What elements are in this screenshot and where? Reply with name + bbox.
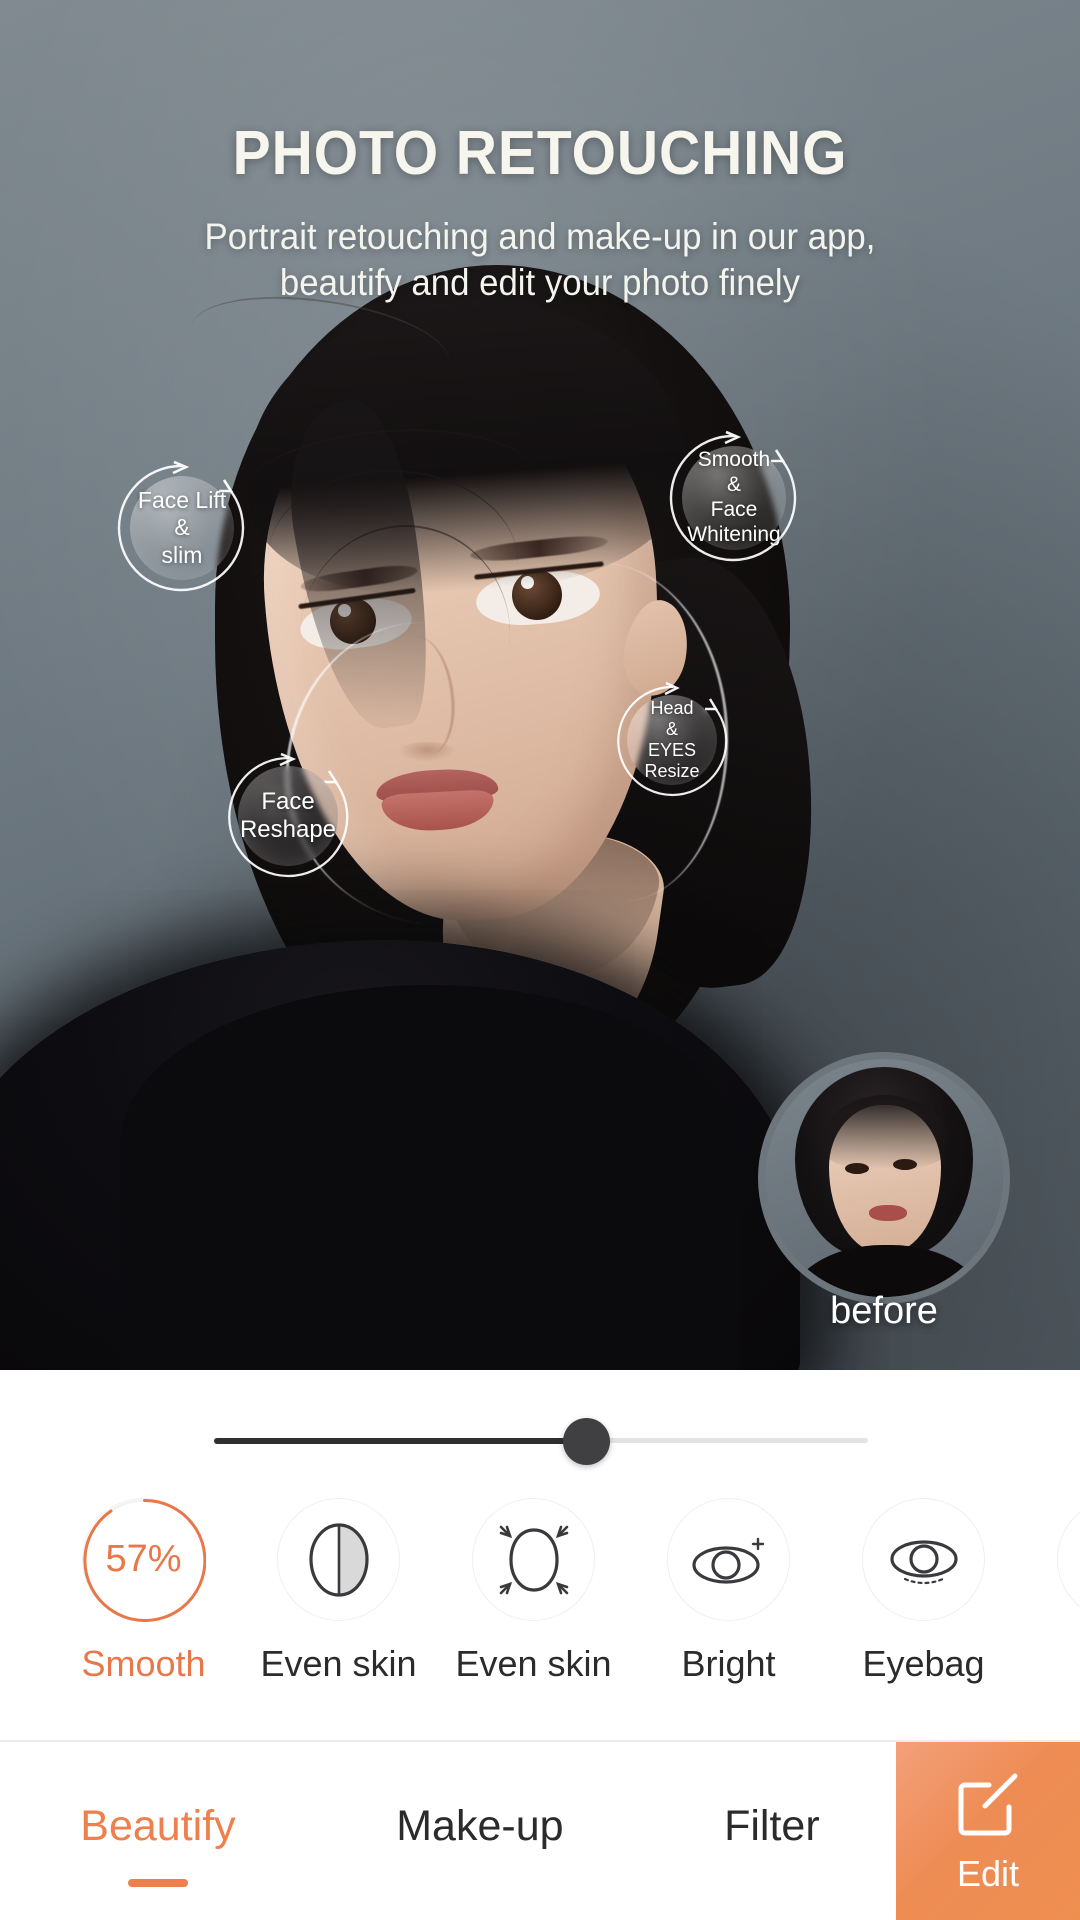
callout-face-reshape-bubble: Face Reshape	[238, 766, 338, 866]
torso-shadow	[120, 985, 740, 1370]
tool-item-even-skin-tone[interactable]: Even skin	[241, 1498, 436, 1685]
callout-smooth-whitening-bubble: Smooth & Face Whitening	[682, 446, 786, 550]
before-thumbnail[interactable]	[758, 1052, 1010, 1304]
nose-icon	[1057, 1498, 1080, 1621]
eye-bag-svg	[889, 1539, 958, 1584]
face-half-tone-svg	[308, 1522, 369, 1597]
callout-line: Face Lift	[137, 487, 227, 514]
edit-pencil-square-icon	[958, 1773, 1018, 1836]
before-eye-right	[893, 1159, 917, 1170]
tool-item-face-resize[interactable]: Even skin	[436, 1498, 631, 1685]
callout-line: slim	[161, 541, 203, 568]
slider-track-fill	[214, 1438, 589, 1444]
bottom-tabbar: Beautify Make-up Filter Edit	[0, 1742, 1080, 1920]
eye-bag-icon	[862, 1498, 985, 1621]
callout-line: Head	[650, 697, 694, 718]
callout-line: Face	[261, 787, 315, 815]
tool-label: Even skin	[455, 1643, 612, 1684]
tool-percent-value: 57%	[105, 1538, 182, 1580]
tool-label: Smooth	[81, 1643, 206, 1684]
photo-retouching-screen: PHOTO RETOUCHING Portrait retouching and…	[0, 0, 1080, 1920]
tool-label: Eyebag	[862, 1643, 985, 1684]
eye-sparkle-svg	[691, 1537, 764, 1584]
tab-filter[interactable]: Filter	[724, 1802, 820, 1861]
face-resize-arrows-svg	[499, 1525, 568, 1594]
before-label: before	[830, 1290, 938, 1332]
progress-ring-icon: 57%	[82, 1498, 206, 1622]
before-lips	[869, 1205, 907, 1221]
intensity-slider[interactable]	[0, 1398, 1080, 1488]
tool-item-bright[interactable]: Bright	[631, 1498, 826, 1685]
page-subtitle: Portrait retouching and make-up in our a…	[32, 214, 1047, 306]
callout-line: Whitening	[687, 522, 781, 546]
callout-line: Smooth	[697, 448, 771, 472]
tool-item-smooth[interactable]: 57% Smooth	[46, 1498, 241, 1685]
tool-label: Bright	[681, 1643, 776, 1684]
tab-beautify[interactable]: Beautify	[80, 1802, 235, 1861]
edit-button[interactable]: Edit	[896, 1742, 1080, 1920]
before-thumbnail-image	[758, 1052, 1010, 1304]
tool-item-rhinoplasty[interactable]: Rhi	[1021, 1498, 1080, 1685]
face-half-tone-icon	[277, 1498, 400, 1621]
tab-make-up[interactable]: Make-up	[396, 1802, 563, 1861]
before-eye-left	[845, 1163, 869, 1174]
callout-head-eyes-resize-bubble: Head & EYES Resize	[627, 695, 717, 785]
tool-list[interactable]: 57% Smooth Even skin Even skin Bright Ey…	[0, 1498, 1080, 1728]
face-resize-arrows-icon	[472, 1498, 595, 1621]
callout-line: &	[665, 718, 678, 739]
callout-face-lift-bubble: Face Lift & slim	[130, 476, 234, 580]
eye-sparkle-icon	[667, 1498, 790, 1621]
tool-item-eyebag[interactable]: Eyebag	[826, 1498, 1021, 1685]
page-subtitle-line-2: beautify and edit your photo finely	[279, 262, 801, 303]
slider-thumb[interactable]	[563, 1418, 610, 1465]
tab-list[interactable]: Beautify Make-up Filter	[0, 1742, 900, 1920]
callout-line: EYES Resize	[644, 740, 700, 782]
callout-line: Reshape	[239, 816, 337, 843]
edit-button-label: Edit	[956, 1853, 1020, 1894]
callout-line: &	[726, 473, 741, 497]
tool-label: Even skin	[260, 1643, 417, 1684]
callout-line: &	[174, 514, 190, 541]
photo-preview-area[interactable]: PHOTO RETOUCHING Portrait retouching and…	[0, 0, 1080, 1370]
controls-panel: 57% Smooth Even skin Even skin Bright Ey…	[0, 1370, 1080, 1740]
callout-line: Face	[710, 498, 758, 521]
page-title: PHOTO RETOUCHING	[232, 119, 848, 188]
page-subtitle-line-1: Portrait retouching and make-up in our a…	[204, 216, 876, 257]
